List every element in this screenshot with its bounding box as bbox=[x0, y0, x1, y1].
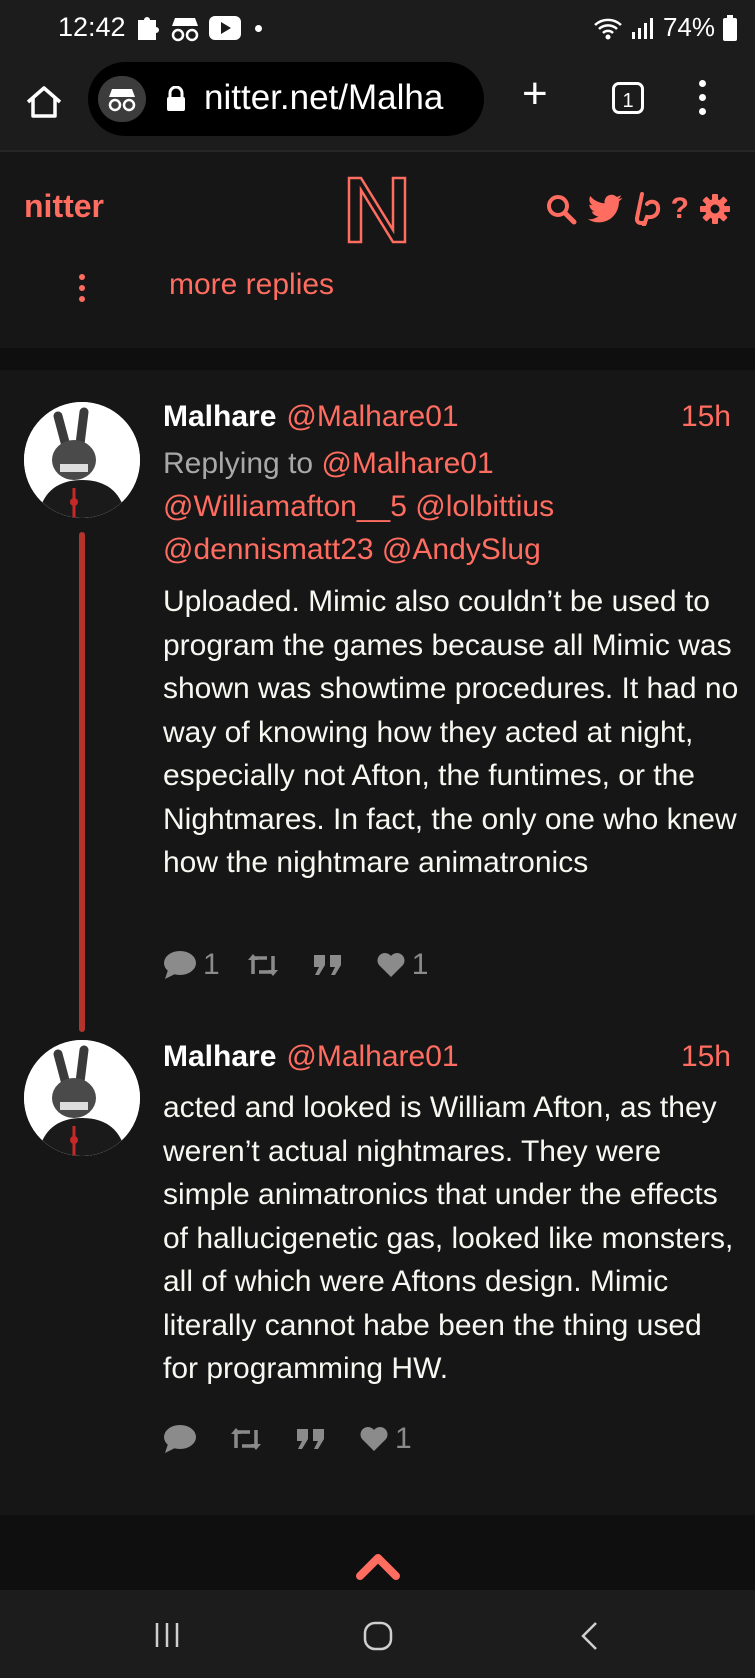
site-brand-link[interactable]: nitter bbox=[24, 188, 104, 225]
quote-icon bbox=[297, 1429, 324, 1449]
battery-percent: 74% bbox=[662, 12, 715, 42]
avatar[interactable] bbox=[24, 1040, 140, 1156]
replies-count: 1 bbox=[203, 948, 220, 981]
new-tab-button[interactable]: + bbox=[522, 72, 548, 116]
quotes-stat[interactable] bbox=[312, 953, 350, 977]
retweets-stat[interactable] bbox=[246, 952, 286, 978]
browser-menu-icon[interactable] bbox=[696, 80, 708, 115]
thread-line bbox=[79, 532, 85, 1032]
tweet-content: Uploaded. Mimic also couldn’t be used to… bbox=[163, 585, 739, 879]
likes-count: 1 bbox=[395, 1422, 412, 1455]
battery-icon bbox=[723, 14, 737, 41]
replies-stat[interactable] bbox=[163, 1424, 203, 1454]
replies-stat[interactable]: 1 bbox=[163, 948, 220, 982]
reply-mention-link[interactable]: @lolbittius bbox=[415, 490, 554, 523]
youtube-icon bbox=[209, 16, 241, 40]
signal-icon bbox=[631, 17, 653, 39]
tweet-header: Malhare @Malhare01 bbox=[163, 400, 459, 434]
retweet-icon bbox=[247, 954, 278, 976]
avatar-image bbox=[24, 1040, 140, 1156]
back-to-top-row bbox=[0, 1515, 755, 1590]
tab-switcher-button[interactable]: 1 bbox=[612, 82, 644, 114]
retweets-stat[interactable] bbox=[229, 1426, 269, 1452]
username-link[interactable]: @Malhare01 bbox=[286, 400, 458, 433]
help-icon[interactable]: ? bbox=[671, 192, 689, 226]
tweet-date-link[interactable]: 15h bbox=[681, 1040, 731, 1074]
reply-mention-link[interactable]: @Williamafton__5 bbox=[163, 490, 407, 523]
recent-apps-icon[interactable] bbox=[152, 1620, 182, 1650]
more-notifications-dot bbox=[255, 24, 262, 32]
tweet-stats: 1 1 bbox=[163, 948, 454, 982]
nav-icons: ? bbox=[545, 192, 731, 226]
ellipsis-icon bbox=[79, 274, 85, 302]
status-time: 12:42 bbox=[58, 12, 126, 42]
twitter-icon[interactable] bbox=[587, 194, 623, 224]
home-nav-icon[interactable] bbox=[362, 1620, 394, 1652]
retweet-icon bbox=[231, 1428, 261, 1450]
puzzle-icon bbox=[138, 17, 159, 40]
settings-icon[interactable] bbox=[699, 193, 731, 225]
replying-to-label: Replying to bbox=[163, 447, 314, 480]
notification-icons bbox=[135, 14, 262, 42]
tweet-date-link[interactable]: 15h bbox=[681, 400, 731, 434]
comment-icon bbox=[164, 951, 196, 979]
tweet-stats: 1 bbox=[163, 1422, 438, 1456]
search-icon[interactable] bbox=[545, 193, 577, 225]
arrow-up-icon[interactable] bbox=[355, 1551, 401, 1581]
avatar[interactable] bbox=[24, 402, 140, 518]
system-navigation-bar bbox=[0, 1590, 755, 1678]
nitter-logo-icon[interactable] bbox=[345, 174, 409, 246]
reply-mention-link[interactable]: @Malhare01 bbox=[321, 447, 493, 480]
incognito-icon bbox=[171, 18, 199, 42]
thread-separator bbox=[0, 348, 755, 370]
heart-icon bbox=[377, 953, 405, 977]
tweet-content: acted and looked is William Afton, as th… bbox=[163, 1091, 734, 1385]
replying-to: Replying to @Malhare01 @Williamafton__5 … bbox=[163, 442, 743, 571]
liberapay-icon[interactable] bbox=[633, 192, 661, 226]
likes-stat[interactable]: 1 bbox=[376, 948, 429, 982]
browser-toolbar: nitter.net/Malha + 1 bbox=[0, 56, 755, 150]
comment-icon bbox=[164, 1425, 196, 1453]
quote-icon bbox=[313, 955, 341, 975]
wifi-icon bbox=[594, 18, 622, 39]
avatar-image bbox=[24, 402, 140, 518]
more-replies-link[interactable]: more replies bbox=[169, 268, 334, 302]
home-icon[interactable] bbox=[22, 80, 66, 124]
site-navbar: nitter ? bbox=[0, 150, 755, 268]
tweet-header: Malhare @Malhare01 bbox=[163, 1040, 459, 1074]
more-replies-row[interactable]: more replies bbox=[0, 268, 755, 348]
heart-icon bbox=[360, 1427, 388, 1451]
address-bar[interactable]: nitter.net/Malha bbox=[88, 62, 484, 136]
quotes-stat[interactable] bbox=[295, 1427, 333, 1451]
username-link[interactable]: @Malhare01 bbox=[286, 1040, 458, 1073]
reply-mention-link[interactable]: @AndySlug bbox=[382, 533, 541, 566]
likes-stat[interactable]: 1 bbox=[359, 1422, 412, 1456]
back-icon[interactable] bbox=[578, 1620, 602, 1652]
incognito-icon bbox=[108, 89, 136, 112]
incognito-badge bbox=[98, 76, 146, 122]
fullname-link[interactable]: Malhare bbox=[163, 1040, 276, 1073]
reply-thread: Malhare @Malhare01 15h Replying to @Malha… bbox=[0, 370, 755, 1515]
status-bar: 12:42 74% bbox=[0, 0, 755, 56]
fullname-link[interactable]: Malhare bbox=[163, 400, 276, 433]
reply-mention-link[interactable]: @dennismatt23 bbox=[163, 533, 374, 566]
url-text[interactable]: nitter.net/Malha bbox=[204, 78, 443, 118]
likes-count: 1 bbox=[411, 948, 429, 981]
status-right: 74% bbox=[593, 12, 737, 43]
lock-icon[interactable] bbox=[166, 86, 186, 112]
